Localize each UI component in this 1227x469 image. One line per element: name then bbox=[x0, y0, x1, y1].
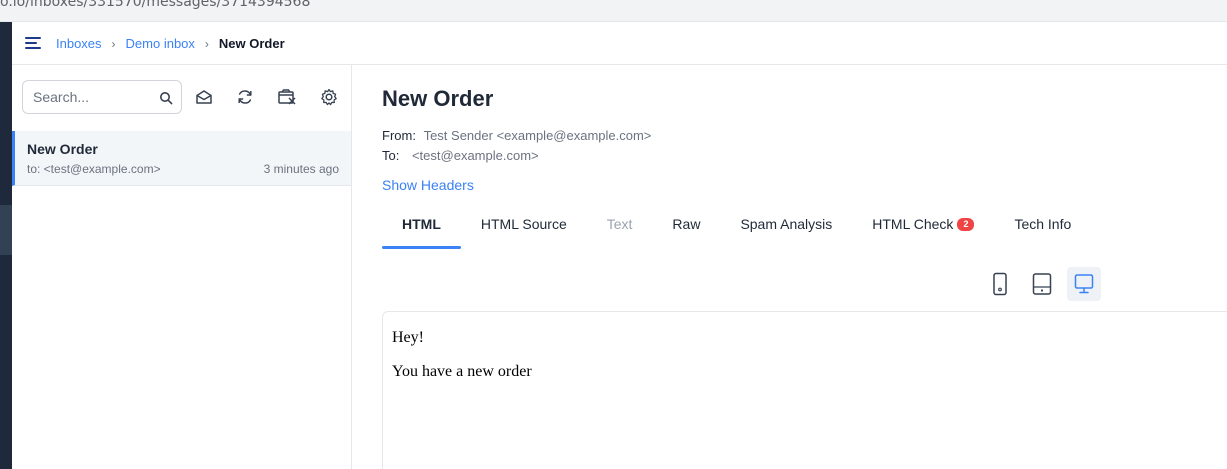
html-check-count-badge: 2 bbox=[957, 218, 975, 231]
app-left-rail bbox=[0, 22, 12, 469]
tab-html-source[interactable]: HTML Source bbox=[461, 215, 587, 249]
mobile-view-icon bbox=[993, 272, 1007, 296]
top-bar: Inboxes › Demo inbox › New Order bbox=[12, 22, 1227, 65]
to-row: To: <test@example.com> bbox=[382, 148, 539, 163]
refresh-icon[interactable] bbox=[235, 87, 255, 107]
message-list-item[interactable]: New Order to: <test@example.com> 3 minut… bbox=[12, 131, 351, 186]
rail-active-item[interactable] bbox=[0, 205, 12, 255]
tab-text[interactable]: Text bbox=[587, 215, 653, 249]
tab-label: Raw bbox=[672, 216, 701, 232]
html-preview-frame[interactable]: Hey! You have a new order bbox=[382, 311, 1227, 469]
breadcrumb-inboxes-link[interactable]: Inboxes bbox=[56, 36, 102, 51]
tab-raw[interactable]: Raw bbox=[652, 215, 720, 249]
url-text[interactable]: o.io/inboxes/331570/messages/3714394568 bbox=[0, 0, 310, 10]
tab-label: HTML Source bbox=[480, 216, 567, 232]
breadcrumb-separator: › bbox=[204, 36, 209, 51]
breadcrumb-separator: › bbox=[111, 36, 116, 51]
tab-tech-info[interactable]: Tech Info bbox=[994, 215, 1091, 249]
tab-spam-analysis[interactable]: Spam Analysis bbox=[720, 215, 852, 249]
desktop-view-icon bbox=[1074, 274, 1094, 294]
tablet-view-button[interactable] bbox=[1025, 267, 1059, 301]
hamburger-menu-icon[interactable] bbox=[25, 37, 42, 51]
settings-icon[interactable] bbox=[319, 87, 339, 107]
message-view: New Order From: Test Sender <example@exa… bbox=[352, 65, 1227, 469]
message-recipient: to: <test@example.com> bbox=[27, 162, 161, 176]
clear-inbox-icon[interactable] bbox=[277, 87, 297, 107]
message-list-sidebar: New Order to: <test@example.com> 3 minut… bbox=[12, 65, 352, 469]
search-box[interactable] bbox=[22, 80, 182, 114]
tab-html-check[interactable]: HTML Check 2 bbox=[852, 215, 994, 249]
tab-label: Tech Info bbox=[1014, 216, 1072, 232]
tablet-view-icon bbox=[1032, 273, 1052, 295]
search-input[interactable] bbox=[33, 89, 153, 105]
from-row: From: Test Sender <example@example.com> bbox=[382, 128, 651, 143]
tab-html[interactable]: HTML bbox=[382, 215, 461, 249]
preview-line: Hey! bbox=[392, 329, 424, 346]
from-label: From: bbox=[382, 128, 416, 143]
tab-label: Spam Analysis bbox=[740, 216, 833, 232]
preview-line: You have a new order bbox=[392, 363, 532, 380]
tab-label: Text bbox=[606, 216, 633, 232]
browser-url-bar[interactable]: o.io/inboxes/331570/messages/3714394568 bbox=[0, 0, 1227, 22]
from-value: Test Sender <example@example.com> bbox=[423, 128, 652, 143]
desktop-view-button[interactable] bbox=[1067, 267, 1101, 301]
message-tabs: HTML HTML Source Text Raw Spam Analysis … bbox=[382, 215, 1091, 249]
search-icon[interactable] bbox=[159, 91, 173, 105]
to-value: <test@example.com> bbox=[411, 148, 539, 163]
to-label: To: bbox=[382, 148, 400, 163]
breadcrumb-demo-inbox-link[interactable]: Demo inbox bbox=[126, 36, 195, 51]
message-time: 3 minutes ago bbox=[263, 162, 339, 176]
tab-label: HTML Check bbox=[872, 216, 954, 232]
message-subject: New Order bbox=[27, 141, 98, 157]
breadcrumb: Inboxes › Demo inbox › New Order bbox=[56, 36, 285, 51]
mobile-view-button[interactable] bbox=[983, 267, 1017, 301]
mark-read-icon[interactable] bbox=[194, 87, 214, 107]
tab-label: HTML bbox=[402, 216, 441, 232]
breadcrumb-current: New Order bbox=[218, 36, 285, 51]
show-headers-link[interactable]: Show Headers bbox=[382, 177, 474, 193]
message-title: New Order bbox=[382, 86, 494, 111]
